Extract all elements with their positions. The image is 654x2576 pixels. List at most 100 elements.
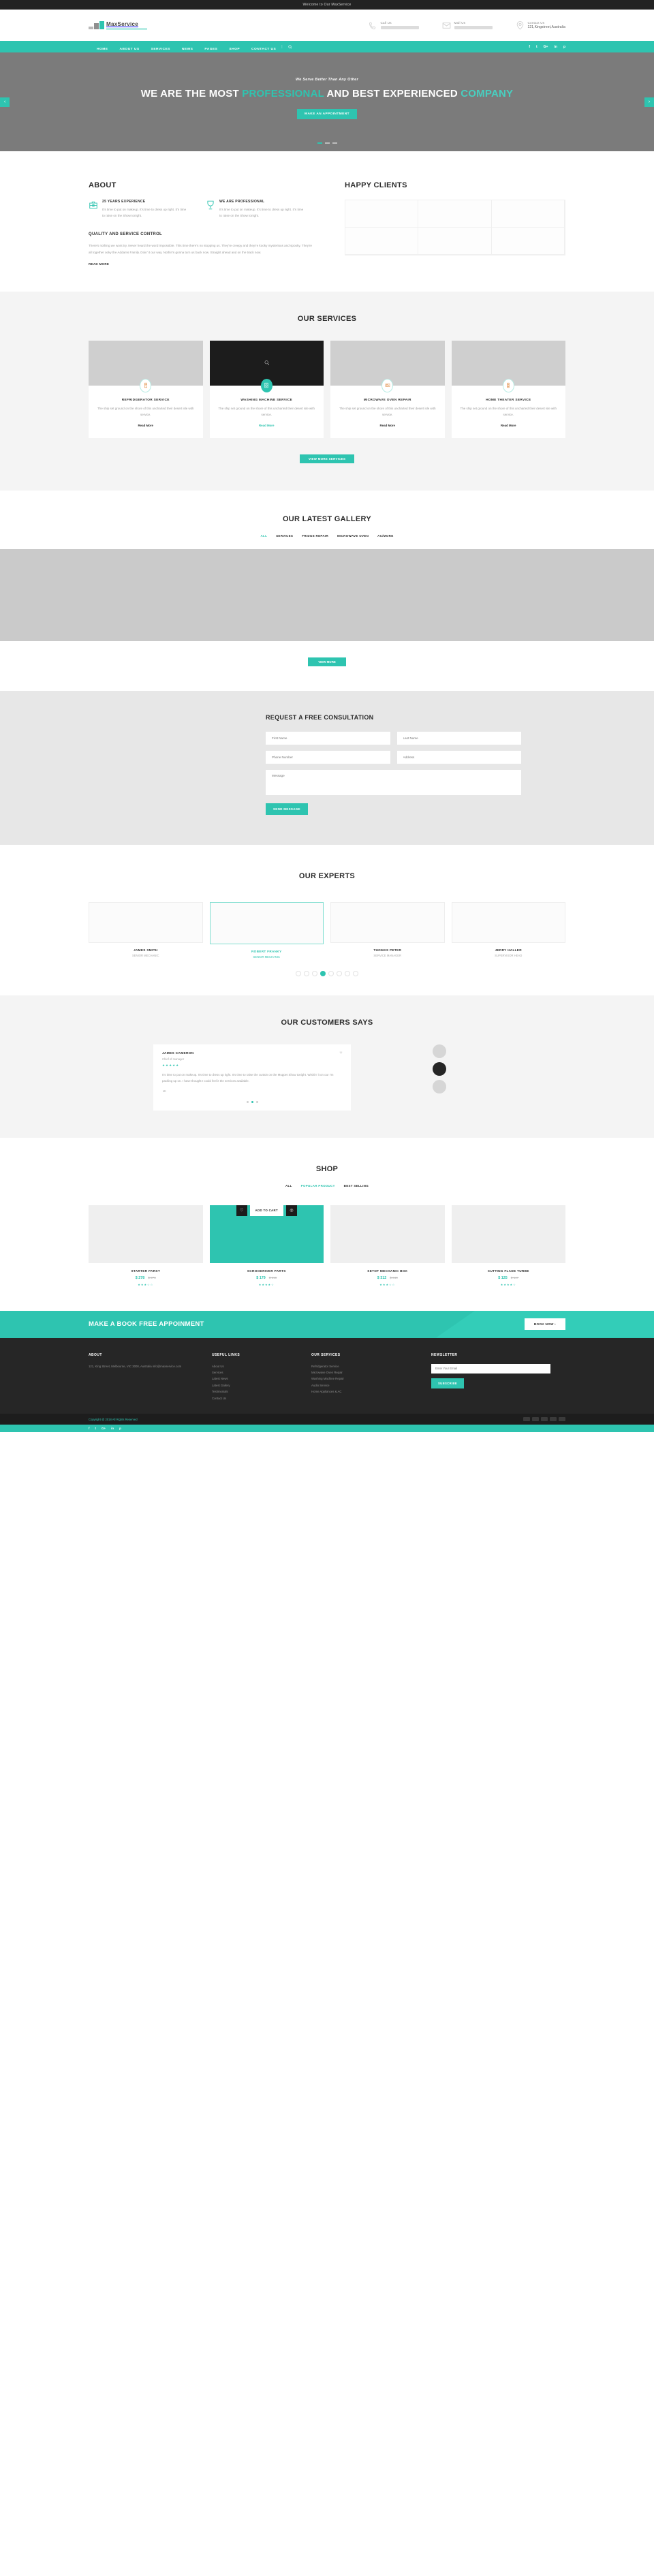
hero-slider-dots[interactable]	[0, 142, 654, 144]
pagination-dot[interactable]	[304, 971, 309, 977]
service-card[interactable]: HOME THEATER SERVICE The ship set ground…	[451, 340, 565, 439]
pagination-dot-active[interactable]	[320, 971, 326, 977]
header-contact-phone[interactable]: Call Us	[369, 21, 419, 30]
service-read-more[interactable]: Read More	[259, 424, 274, 427]
footer-link[interactable]: Latest News	[212, 1376, 294, 1382]
about-feature-text: It's time to put on makeup. It's time to…	[219, 208, 304, 217]
nav-item-services[interactable]: SERVICES	[151, 48, 170, 51]
service-read-more[interactable]: Read More	[501, 424, 516, 427]
avatar[interactable]	[433, 1080, 446, 1094]
footer-link[interactable]: Washing Machine Repair	[311, 1376, 414, 1382]
pagination-dot[interactable]	[328, 971, 334, 977]
nav-item-pages[interactable]: PAGES	[204, 48, 217, 51]
footer-link[interactable]: Services	[212, 1369, 294, 1376]
hero-next-button[interactable]: ›	[644, 97, 654, 107]
footer-link[interactable]: Latest Gallery	[212, 1382, 294, 1388]
product-card[interactable]: CUTTING FLADE TURBE $ 125 $ 147 ★★★★☆	[451, 1205, 565, 1286]
shop-filter-all[interactable]: ALL	[285, 1184, 292, 1188]
hero-title-part-1: WE ARE THE MOST	[140, 88, 243, 100]
service-card[interactable]: REFRIDGERATOR SERVICE The ship set groun…	[89, 340, 203, 439]
expert-card[interactable]: JAMES SMITH SENIOR MECHANIC	[89, 902, 203, 959]
service-card[interactable]: MICROWAVE OVEN REPAIR The ship set groun…	[330, 340, 445, 439]
search-icon[interactable]	[288, 44, 292, 49]
facebook-icon[interactable]: f	[89, 1427, 90, 1430]
service-read-more[interactable]: Read More	[380, 424, 395, 427]
footer-link[interactable]: Contact Us	[212, 1395, 294, 1401]
message-textarea[interactable]	[266, 770, 521, 796]
product-price: $ 278	[135, 1275, 145, 1280]
pagination-dot[interactable]	[255, 1100, 258, 1103]
first-name-input[interactable]	[266, 732, 390, 745]
avatar[interactable]	[433, 1044, 446, 1059]
nav-item-contact[interactable]: CONTACT US	[251, 48, 276, 51]
shop-filter-popular[interactable]: POPULAR PRODUCT	[301, 1184, 335, 1188]
expert-card[interactable]: ROBERT FRANKY SENIOR MECHANIC	[209, 902, 324, 959]
gallery-filter-ac[interactable]: AC/MORE	[377, 534, 393, 538]
linkedin-icon[interactable]: in	[554, 45, 557, 49]
footer-link[interactable]: Audio Service	[311, 1382, 414, 1388]
nav-item-news[interactable]: NEWS	[182, 48, 193, 51]
gallery-filter-microwave[interactable]: MICROWAVE OVEN	[337, 534, 369, 538]
expert-card[interactable]: JERRY HALLER SUPERVISOR HEAD	[451, 902, 565, 959]
footer-link[interactable]: Testimonials	[212, 1388, 294, 1395]
hero-prev-button[interactable]: ‹	[0, 97, 10, 107]
service-read-more[interactable]: Read More	[138, 424, 153, 427]
book-now-button[interactable]: BOOK NOW ›	[524, 1318, 565, 1330]
product-card[interactable]: SETOF MECHANIC BOX $ 312 $ 340 ★★★☆☆	[330, 1205, 445, 1286]
avatar-active[interactable]	[433, 1062, 446, 1076]
add-to-cart-button[interactable]: ADD TO CART	[249, 1205, 283, 1216]
view-more-services-button[interactable]: VIEW MORE SERVICES	[300, 454, 354, 464]
service-card[interactable]: WASHING MACHINE SERVICE The ship set gro…	[209, 340, 324, 439]
product-image: ♡ ADD TO CART ◎	[209, 1205, 324, 1263]
footer-link[interactable]: Home Appliances & AC	[311, 1388, 414, 1395]
nav-item-home[interactable]: HOME	[97, 48, 108, 51]
footer-link[interactable]: Microwave Oven Repair	[311, 1369, 414, 1376]
heart-icon[interactable]: ♡	[236, 1205, 247, 1216]
product-card[interactable]: STARTER PARST $ 278 $ 278 ★★★☆☆	[89, 1205, 203, 1286]
pinterest-icon[interactable]: p	[119, 1427, 121, 1430]
subscribe-button[interactable]: SUBSCRIBE	[431, 1378, 465, 1388]
product-card[interactable]: ♡ ADD TO CART ◎ SCROODRIVER PARTS $ 179 $…	[209, 1205, 324, 1286]
about-read-more-link[interactable]: READ MORE	[89, 262, 109, 266]
shop-filters: ALL POPULAR PRODUCT BEST SELLING	[89, 1184, 565, 1188]
twitter-icon[interactable]: t	[95, 1427, 97, 1430]
compare-icon[interactable]: ◎	[285, 1205, 297, 1216]
expert-card[interactable]: THOMAS PETER SERVICE MANAGER	[330, 902, 445, 959]
footer-link[interactable]: About Us	[212, 1363, 294, 1369]
pagination-dot[interactable]	[337, 971, 342, 977]
phone-input[interactable]	[266, 751, 390, 764]
gallery-view-more-button[interactable]: VIEW MORE	[308, 657, 346, 667]
last-name-input[interactable]	[396, 732, 521, 745]
gallery-filter-fridge[interactable]: FRIDGE REPAIR	[302, 534, 328, 538]
pagination-dot[interactable]	[353, 971, 358, 977]
pagination-dot-active[interactable]	[251, 1100, 253, 1103]
address-input[interactable]	[396, 751, 521, 764]
send-message-button[interactable]: SEND MESSAGE	[266, 803, 308, 816]
gallery-filter-all[interactable]: ALL	[260, 534, 267, 538]
client-logo	[418, 228, 492, 255]
testimonial-card: ❞ JAMES CAMERON Chief of manager ★★★★★ I…	[153, 1044, 351, 1111]
googleplus-icon[interactable]: G+	[544, 45, 548, 49]
nav-item-shop[interactable]: SHOP	[229, 48, 240, 51]
pagination-dot[interactable]	[345, 971, 350, 977]
pagination-dot[interactable]	[296, 971, 301, 977]
testimonial-pagination[interactable]	[162, 1100, 342, 1103]
client-logo	[418, 200, 492, 228]
facebook-icon[interactable]: f	[529, 45, 530, 49]
experts-pagination[interactable]	[89, 971, 565, 977]
hero-appointment-button[interactable]: MAKE AN APPOINTMENT	[297, 108, 357, 119]
pagination-dot[interactable]	[246, 1100, 249, 1103]
shop-filter-best-selling[interactable]: BEST SELLING	[344, 1184, 369, 1188]
header-contact-address[interactable]: Contact Us 121,Kingstreet,Australia	[516, 20, 566, 30]
pinterest-icon[interactable]: p	[563, 45, 565, 49]
site-logo[interactable]: MaxService	[89, 21, 170, 30]
linkedin-icon[interactable]: in	[111, 1427, 114, 1430]
gallery-filter-services[interactable]: SERVICES	[276, 534, 293, 538]
twitter-icon[interactable]: t	[536, 45, 538, 49]
header-contact-mail[interactable]: Mail Us	[442, 21, 493, 30]
pagination-dot[interactable]	[312, 971, 317, 977]
nav-item-about[interactable]: ABOUT US	[119, 48, 139, 51]
googleplus-icon[interactable]: G+	[102, 1427, 106, 1430]
footer-link[interactable]: Refridgerator Service	[311, 1363, 414, 1369]
newsletter-email-input[interactable]	[431, 1363, 550, 1374]
